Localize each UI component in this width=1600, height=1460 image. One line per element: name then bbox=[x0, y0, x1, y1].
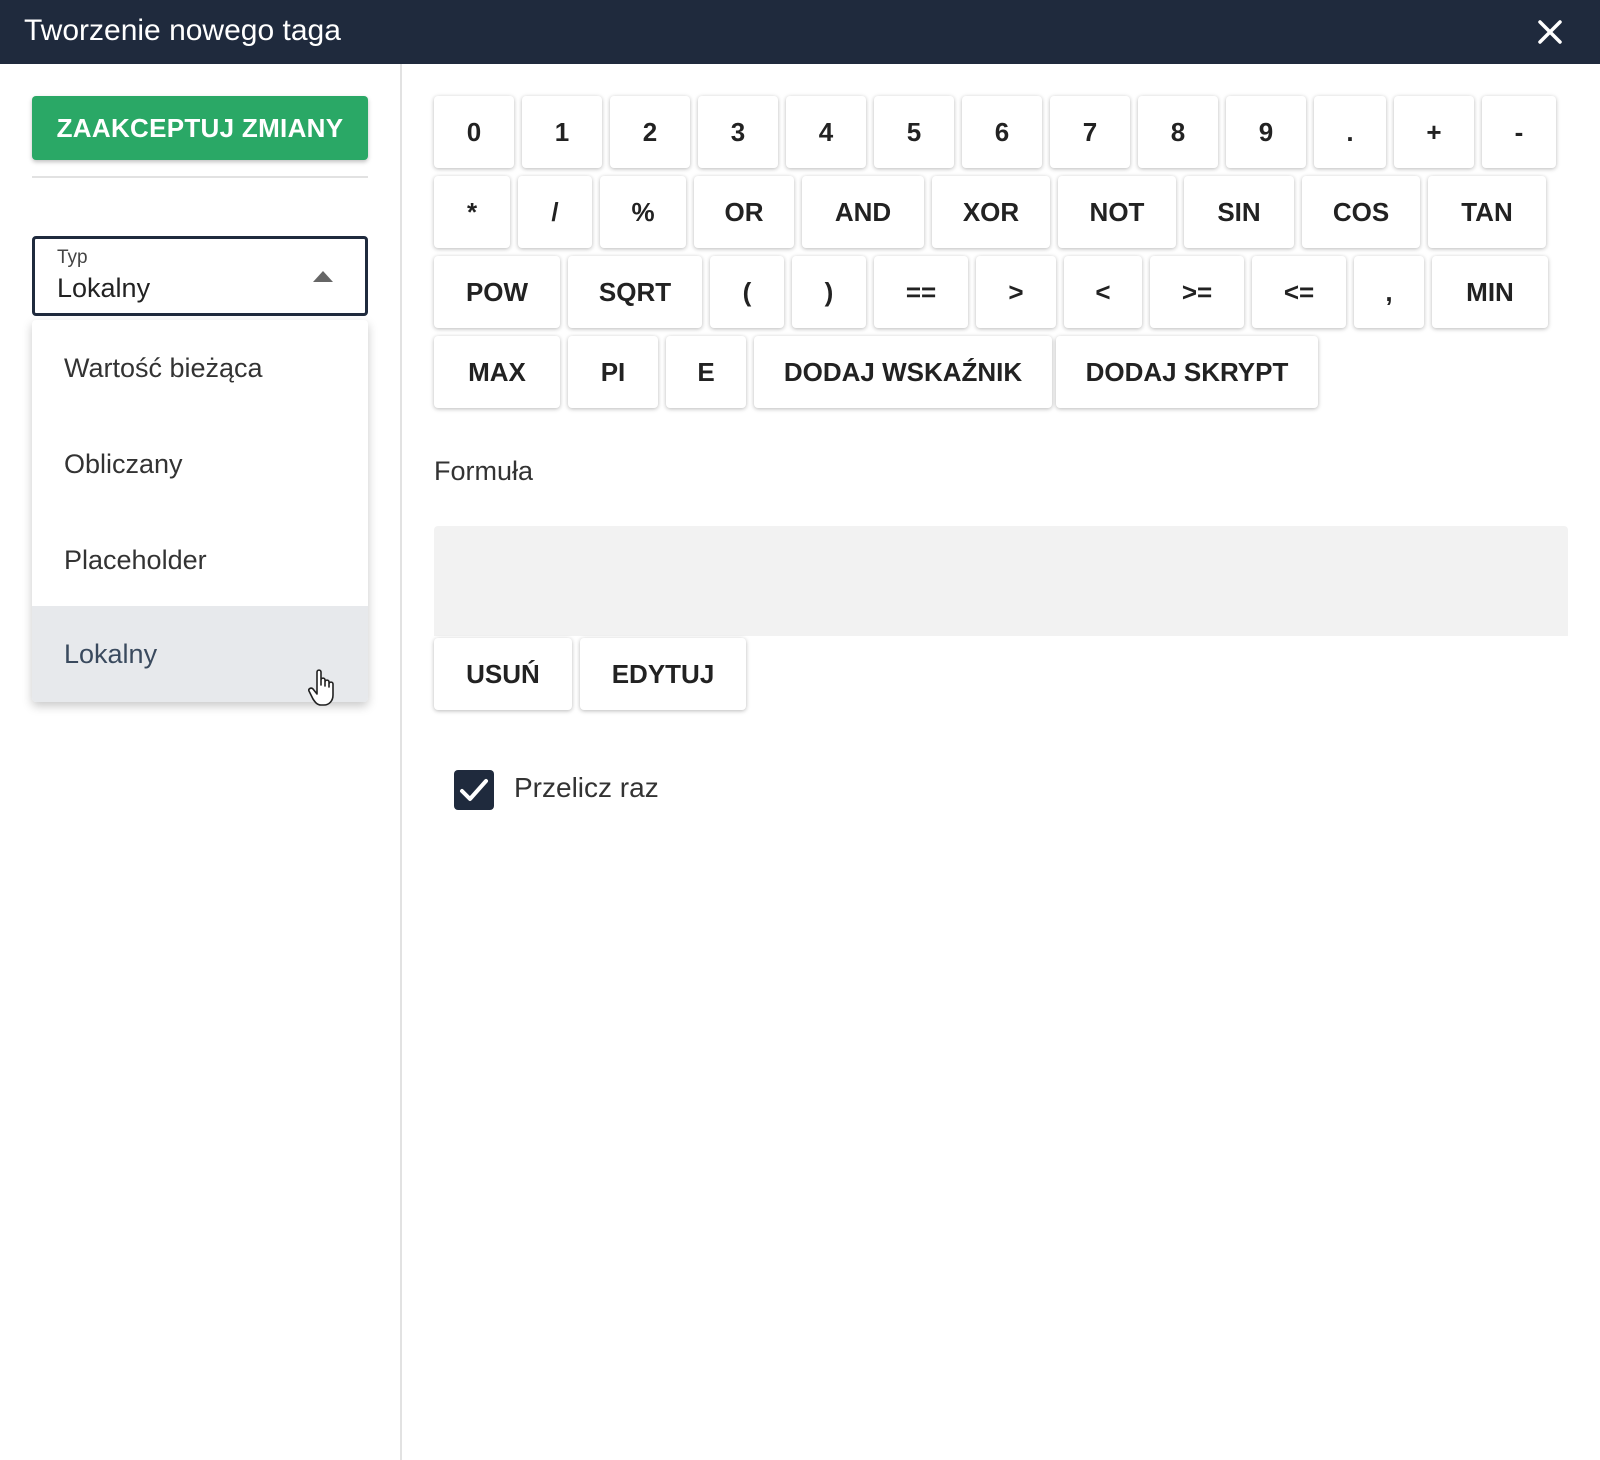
key-min[interactable]: MIN bbox=[1432, 256, 1548, 328]
key-less-equal[interactable]: <= bbox=[1252, 256, 1346, 328]
key-not[interactable]: NOT bbox=[1058, 176, 1176, 248]
key-equals[interactable]: == bbox=[874, 256, 968, 328]
key-6[interactable]: 6 bbox=[962, 96, 1042, 168]
hand-pointer-icon bbox=[308, 669, 334, 706]
edit-button[interactable]: EDYTUJ bbox=[580, 638, 746, 710]
dialog-titlebar: Tworzenie nowego taga bbox=[0, 0, 1600, 64]
type-select[interactable]: Typ Lokalny bbox=[32, 236, 368, 316]
type-option-current-value[interactable]: Wartość bieżąca bbox=[32, 320, 368, 416]
key-e[interactable]: E bbox=[666, 336, 746, 408]
key-5[interactable]: 5 bbox=[874, 96, 954, 168]
type-select-value: Lokalny bbox=[57, 273, 151, 303]
key-dot[interactable]: . bbox=[1314, 96, 1386, 168]
key-minus[interactable]: - bbox=[1482, 96, 1556, 168]
key-2[interactable]: 2 bbox=[610, 96, 690, 168]
key-pow[interactable]: POW bbox=[434, 256, 560, 328]
key-greater[interactable]: > bbox=[976, 256, 1056, 328]
key-xor[interactable]: XOR bbox=[932, 176, 1050, 248]
delete-button[interactable]: USUŃ bbox=[434, 638, 572, 710]
key-7[interactable]: 7 bbox=[1050, 96, 1130, 168]
key-comma[interactable]: , bbox=[1354, 256, 1424, 328]
recalc-once-checkbox[interactable] bbox=[454, 770, 494, 810]
caret-up-icon bbox=[313, 271, 333, 282]
type-dropdown-menu: Wartość bieżąca Obliczany Placeholder Lo… bbox=[32, 320, 368, 702]
key-9[interactable]: 9 bbox=[1226, 96, 1306, 168]
type-option-placeholder[interactable]: Placeholder bbox=[32, 512, 368, 608]
formula-label: Formuła bbox=[434, 456, 534, 486]
sidebar-divider bbox=[32, 176, 368, 178]
key-plus[interactable]: + bbox=[1394, 96, 1474, 168]
key-max[interactable]: MAX bbox=[434, 336, 560, 408]
type-select-label: Typ bbox=[57, 247, 88, 268]
key-4[interactable]: 4 bbox=[786, 96, 866, 168]
key-and[interactable]: AND bbox=[802, 176, 924, 248]
add-script-button[interactable]: DODAJ SKRYPT bbox=[1056, 336, 1318, 408]
add-indicator-button[interactable]: DODAJ WSKAŹNIK bbox=[754, 336, 1052, 408]
checkmark-icon bbox=[460, 779, 488, 801]
formula-input[interactable] bbox=[434, 526, 1568, 636]
key-1[interactable]: 1 bbox=[522, 96, 602, 168]
key-pi[interactable]: PI bbox=[568, 336, 658, 408]
key-multiply[interactable]: * bbox=[434, 176, 510, 248]
close-icon[interactable] bbox=[1532, 14, 1568, 50]
key-sin[interactable]: SIN bbox=[1184, 176, 1294, 248]
type-option-calculated[interactable]: Obliczany bbox=[32, 416, 368, 512]
recalc-once-label: Przelicz raz bbox=[514, 772, 659, 803]
key-divide[interactable]: / bbox=[518, 176, 592, 248]
key-or[interactable]: OR bbox=[694, 176, 794, 248]
key-open-paren[interactable]: ( bbox=[710, 256, 784, 328]
key-less[interactable]: < bbox=[1064, 256, 1142, 328]
key-8[interactable]: 8 bbox=[1138, 96, 1218, 168]
key-greater-equal[interactable]: >= bbox=[1150, 256, 1244, 328]
dialog-title: Tworzenie nowego taga bbox=[24, 14, 341, 47]
key-sqrt[interactable]: SQRT bbox=[568, 256, 702, 328]
accept-changes-button[interactable]: ZAAKCEPTUJ ZMIANY bbox=[32, 96, 368, 160]
key-3[interactable]: 3 bbox=[698, 96, 778, 168]
key-cos[interactable]: COS bbox=[1302, 176, 1420, 248]
key-close-paren[interactable]: ) bbox=[792, 256, 866, 328]
key-tan[interactable]: TAN bbox=[1428, 176, 1546, 248]
key-percent[interactable]: % bbox=[600, 176, 686, 248]
key-0[interactable]: 0 bbox=[434, 96, 514, 168]
